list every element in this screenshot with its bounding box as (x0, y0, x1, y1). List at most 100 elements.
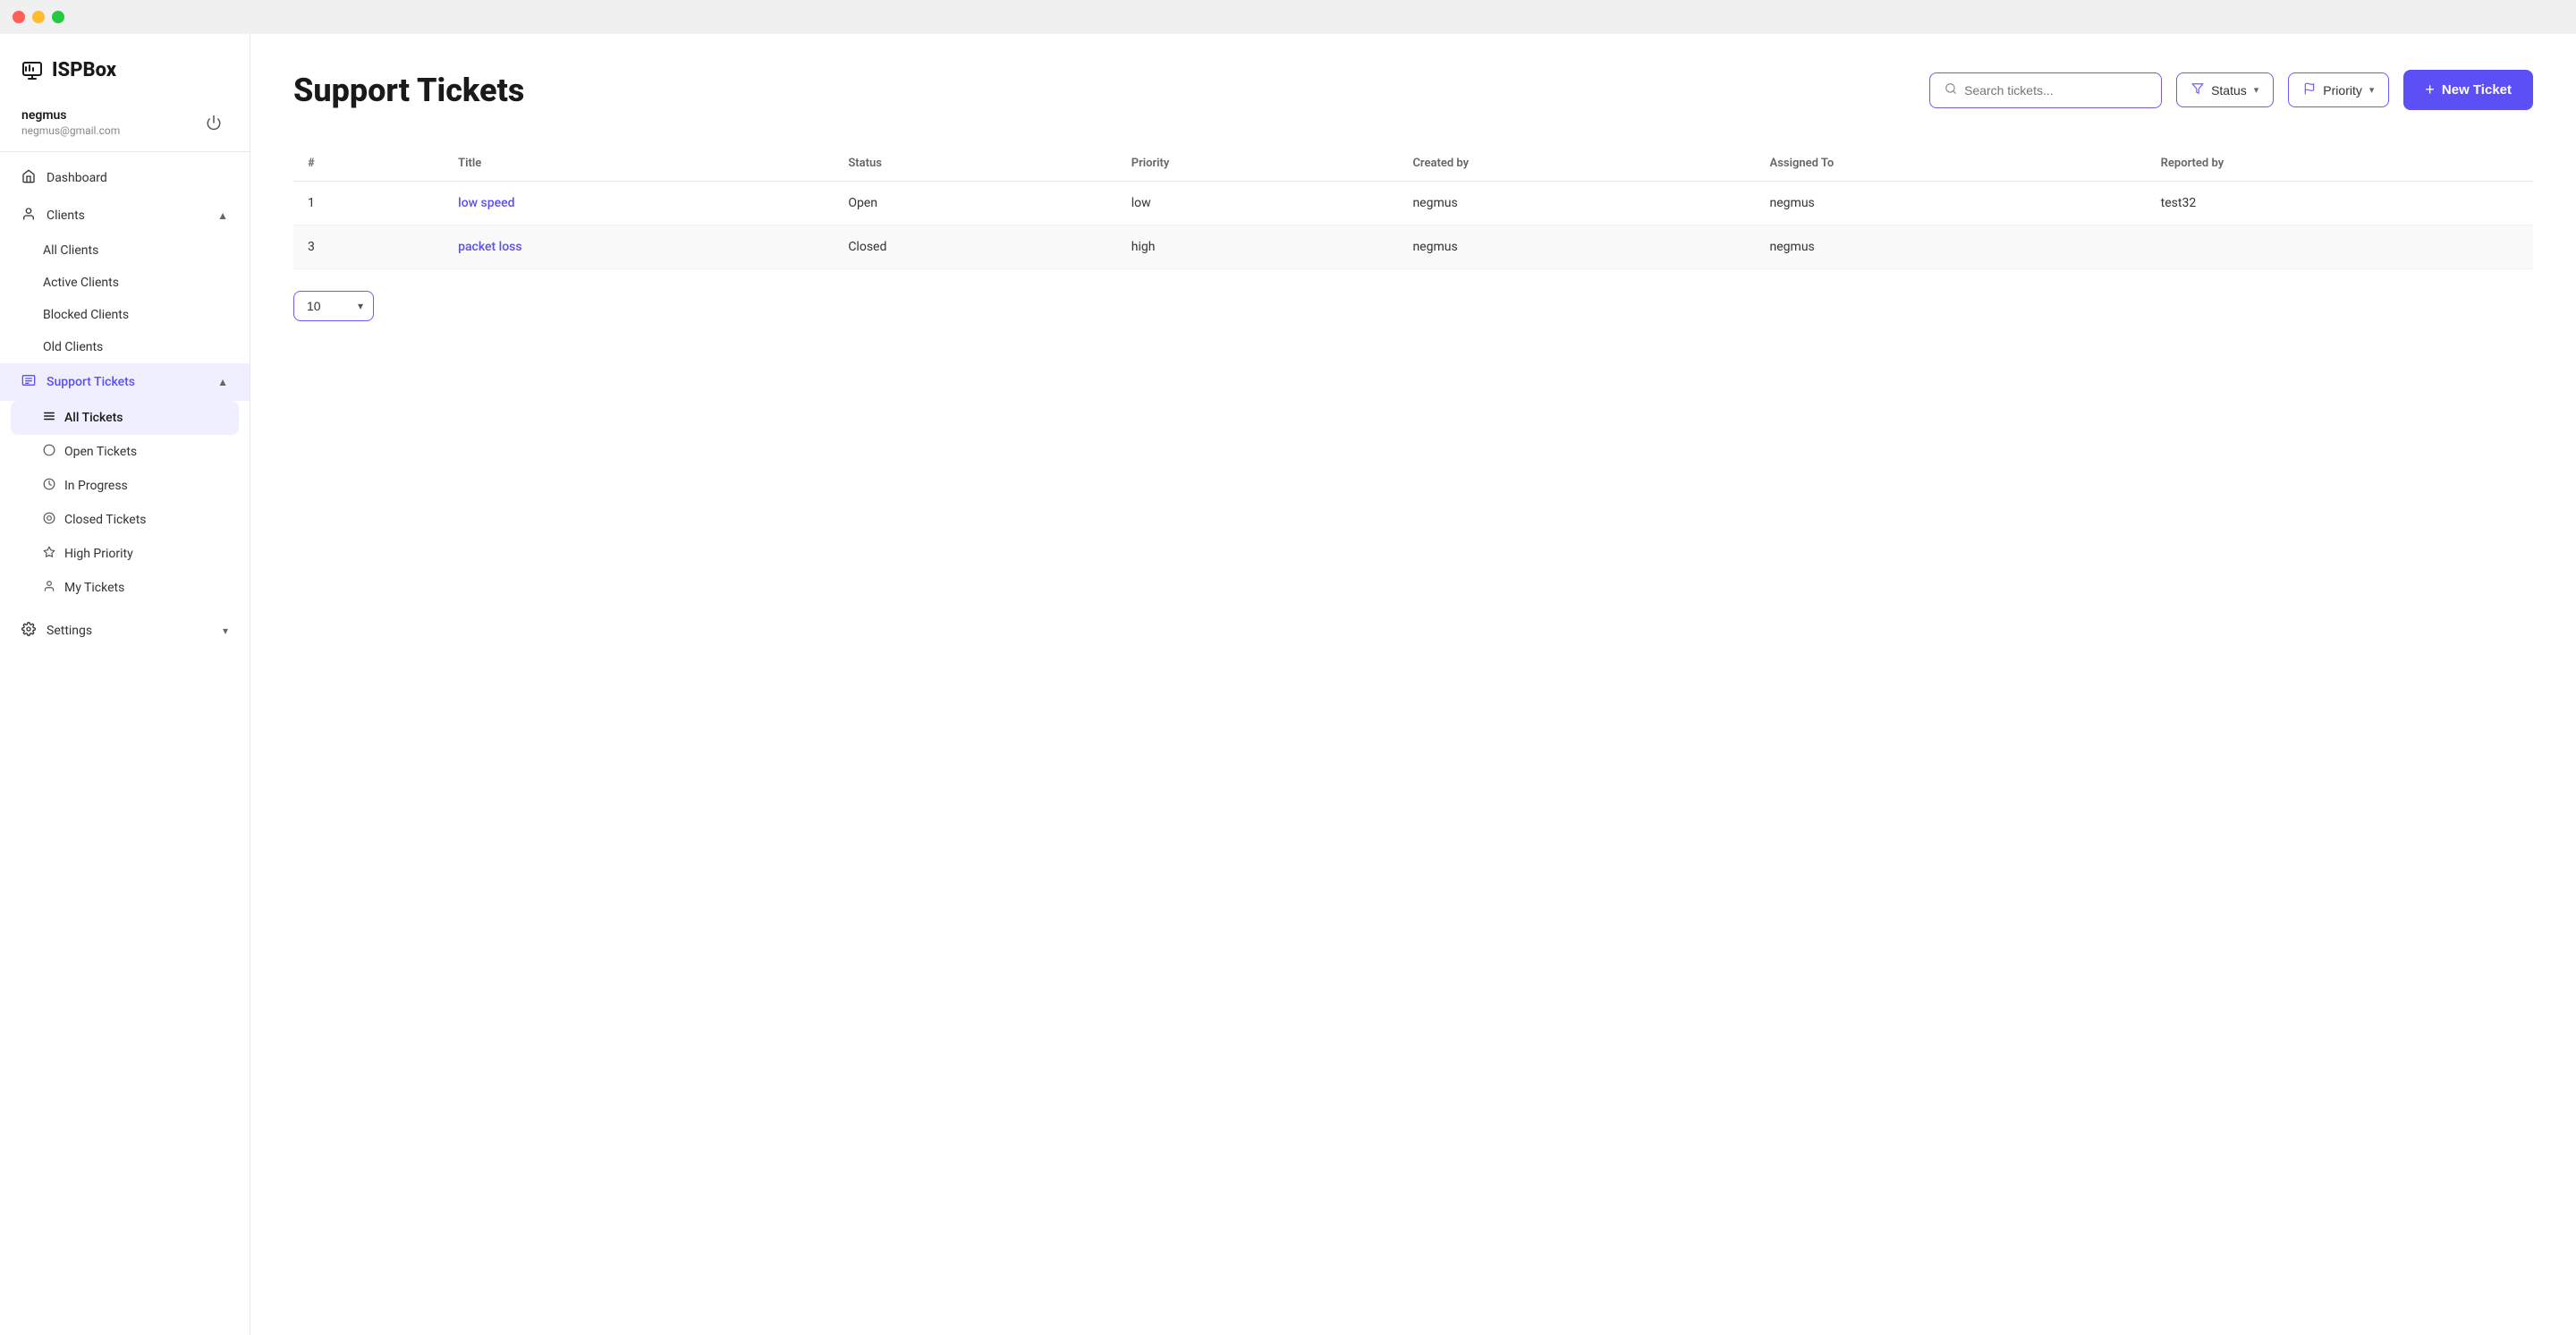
sidebar-item-dashboard[interactable]: Dashboard (0, 159, 250, 197)
status-filter-label: Status (2211, 83, 2247, 98)
header-controls: Status ▾ Priority ▾ + (1929, 70, 2533, 110)
home-icon (21, 169, 36, 187)
close-btn[interactable] (13, 11, 25, 23)
cell-reported-by (2147, 225, 2533, 269)
new-ticket-label: New Ticket (2442, 82, 2512, 98)
my-tickets-label: My Tickets (64, 581, 124, 595)
ticket-link[interactable]: low speed (458, 196, 514, 210)
cell-status: Open (834, 182, 1116, 225)
sidebar-item-support-tickets[interactable]: Support Tickets ▲ (0, 363, 250, 401)
cell-title: low speed (444, 182, 834, 225)
cell-title: packet loss (444, 225, 834, 269)
cell-assigned-to: negmus (1756, 225, 2147, 269)
cell-created-by: negmus (1398, 182, 1755, 225)
cell-status: Closed (834, 225, 1116, 269)
clients-icon (21, 207, 36, 225)
all-tickets-icon (43, 410, 55, 426)
search-box (1929, 72, 2162, 108)
status-chevron-icon: ▾ (2254, 84, 2259, 96)
col-reported-by: Reported by (2147, 146, 2533, 182)
logo-icon (21, 60, 43, 81)
maximize-btn[interactable] (52, 11, 64, 23)
main-header: Support Tickets (293, 70, 2533, 110)
sidebar-user: negmus negmus@gmail.com (0, 99, 250, 152)
in-progress-icon (43, 478, 55, 494)
tickets-table: # Title Status Priority Created by Assig… (293, 146, 2533, 269)
sidebar-logo: ISPBox (0, 34, 250, 99)
sidebar-item-closed-tickets[interactable]: Closed Tickets (0, 503, 250, 537)
minimize-btn[interactable] (32, 11, 45, 23)
user-email: negmus@gmail.com (21, 124, 120, 137)
support-tickets-label: Support Tickets (47, 375, 135, 389)
status-filter-icon (2191, 82, 2204, 98)
cell-reported-by: test32 (2147, 182, 2533, 225)
sidebar-item-open-tickets[interactable]: Open Tickets (0, 435, 250, 469)
col-status: Status (834, 146, 1116, 182)
per-page-select[interactable]: 102550100 (293, 291, 374, 321)
all-tickets-label: All Tickets (64, 411, 123, 425)
table-row[interactable]: 3 packet loss Closed high negmus negmus (293, 225, 2533, 269)
user-name: negmus (21, 108, 120, 123)
settings-icon (21, 622, 36, 640)
sidebar-item-old-clients[interactable]: Old Clients (0, 331, 250, 363)
new-ticket-button[interactable]: + New Ticket (2403, 70, 2533, 110)
open-tickets-icon (43, 444, 55, 460)
sidebar-item-settings[interactable]: Settings ▾ (0, 612, 250, 650)
sidebar-item-my-tickets[interactable]: My Tickets (0, 571, 250, 605)
status-filter-button[interactable]: Status ▾ (2176, 72, 2274, 107)
settings-label: Settings (47, 624, 92, 638)
col-id: # (293, 146, 444, 182)
new-ticket-plus-icon: + (2425, 81, 2435, 99)
priority-filter-button[interactable]: Priority ▾ (2288, 72, 2389, 107)
sidebar-item-all-tickets[interactable]: All Tickets (11, 401, 239, 435)
col-created-by: Created by (1398, 146, 1755, 182)
cell-id: 3 (293, 225, 444, 269)
sidebar-item-high-priority[interactable]: High Priority (0, 537, 250, 571)
table-row[interactable]: 1 low speed Open low negmus negmus test3… (293, 182, 2533, 225)
table-header: # Title Status Priority Created by Assig… (293, 146, 2533, 182)
sidebar-item-active-clients[interactable]: Active Clients (0, 267, 250, 299)
col-title: Title (444, 146, 834, 182)
app-body: ISPBox negmus negmus@gmail.com (0, 34, 2576, 1335)
cell-assigned-to: negmus (1756, 182, 2147, 225)
main-content: Support Tickets (250, 34, 2576, 1335)
sidebar-item-blocked-clients[interactable]: Blocked Clients (0, 299, 250, 331)
sidebar-item-clients[interactable]: Clients ▲ (0, 197, 250, 234)
sidebar: ISPBox negmus negmus@gmail.com (0, 34, 250, 1335)
priority-filter-icon (2303, 82, 2316, 98)
clients-chevron: ▲ (217, 209, 228, 222)
all-clients-label: All Clients (43, 243, 98, 258)
search-input[interactable] (1964, 83, 2147, 98)
col-priority: Priority (1117, 146, 1399, 182)
closed-tickets-icon (43, 512, 55, 528)
clients-label: Clients (47, 208, 85, 223)
open-tickets-label: Open Tickets (64, 445, 137, 459)
my-tickets-icon (43, 580, 55, 596)
cell-id: 1 (293, 182, 444, 225)
power-button[interactable] (199, 108, 228, 137)
old-clients-label: Old Clients (43, 340, 103, 354)
dashboard-label: Dashboard (47, 171, 107, 185)
priority-chevron-icon: ▾ (2369, 84, 2375, 96)
support-tickets-chevron: ▲ (217, 376, 228, 388)
tickets-icon (21, 373, 36, 391)
blocked-clients-label: Blocked Clients (43, 308, 129, 322)
pagination-row: 102550100 (293, 291, 2533, 321)
ticket-link[interactable]: packet loss (458, 240, 521, 254)
table-body: 1 low speed Open low negmus negmus test3… (293, 182, 2533, 269)
app-name: ISPBox (52, 59, 116, 81)
high-priority-label: High Priority (64, 547, 133, 561)
per-page-wrapper: 102550100 (293, 291, 374, 321)
cell-created-by: negmus (1398, 225, 1755, 269)
user-info: negmus negmus@gmail.com (21, 108, 120, 137)
titlebar (0, 0, 2576, 34)
priority-filter-label: Priority (2323, 83, 2362, 98)
cell-priority: low (1117, 182, 1399, 225)
sidebar-item-in-progress[interactable]: In Progress (0, 469, 250, 503)
page-title: Support Tickets (293, 72, 524, 109)
settings-chevron: ▾ (223, 625, 228, 637)
active-clients-label: Active Clients (43, 276, 119, 290)
search-icon (1945, 82, 1957, 98)
closed-tickets-label: Closed Tickets (64, 513, 147, 527)
sidebar-item-all-clients[interactable]: All Clients (0, 234, 250, 267)
